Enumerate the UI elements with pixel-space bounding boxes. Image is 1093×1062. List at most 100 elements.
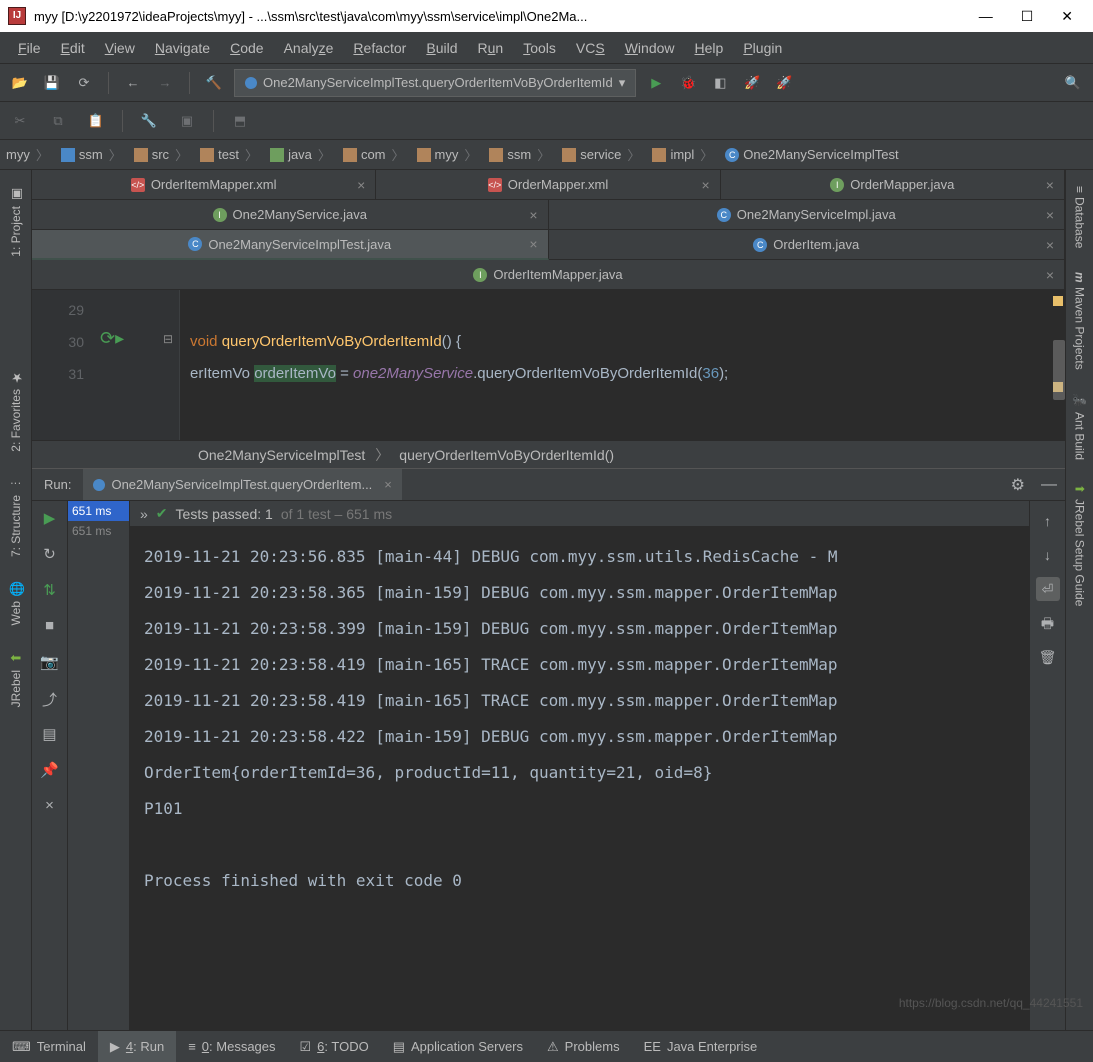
deploy-icon[interactable]: ⬒ [228, 109, 252, 133]
menu-edit[interactable]: Edit [51, 36, 95, 60]
layout-icon[interactable]: ▤ [39, 725, 61, 747]
run-tab-bottom[interactable]: ▶4: Run [98, 1031, 176, 1062]
java-enterprise-tab[interactable]: EEJava Enterprise [632, 1031, 770, 1062]
tab-orderitemmapper-xml[interactable]: </>OrderItemMapper.xml× [32, 170, 376, 200]
crumb-java[interactable]: java [264, 140, 337, 169]
minimize-button[interactable]: — [979, 8, 993, 25]
crumb-myy[interactable]: myy [0, 140, 55, 169]
ant-tool-tab[interactable]: 🐜Ant Build [1069, 386, 1091, 469]
menu-navigate[interactable]: Navigate [145, 36, 220, 60]
run-icon[interactable]: ▶ [644, 71, 668, 95]
open-icon[interactable]: 📂 [8, 71, 32, 95]
run-gutter-icon[interactable]: ⟳▸ [100, 328, 124, 349]
menu-build[interactable]: Build [416, 36, 467, 60]
rerun-icon[interactable]: ▶ [39, 509, 61, 531]
favorites-tool-tab[interactable]: 2: Favorites★ [4, 361, 28, 460]
run-config-dropdown[interactable]: One2ManyServiceImplTest.queryOrderItemVo… [234, 69, 636, 97]
menu-run[interactable]: Run [468, 36, 514, 60]
menu-help[interactable]: Help [685, 36, 734, 60]
refresh-icon[interactable]: ⟳ [72, 71, 96, 95]
test-tree-row[interactable]: 651 ms [68, 521, 129, 541]
print-icon[interactable]: 🖶 [1036, 611, 1060, 635]
menu-analyze[interactable]: Analyze [274, 36, 344, 60]
crumb-test[interactable]: test [194, 140, 264, 169]
messages-tab[interactable]: ≡0: Messages [176, 1031, 287, 1062]
maximize-button[interactable]: ☐ [1021, 8, 1034, 25]
problems-tab[interactable]: ⚠Problems [535, 1031, 632, 1062]
search-icon[interactable]: 🔍 [1061, 71, 1085, 95]
appservers-tab[interactable]: ▤Application Servers [381, 1031, 535, 1062]
crumb-impl[interactable]: impl [646, 140, 719, 169]
stop-icon[interactable]: ■ [39, 617, 61, 639]
terminal-tab[interactable]: ⌨Terminal [0, 1031, 98, 1062]
test-tree[interactable]: 651 ms 651 ms [68, 501, 130, 1030]
exit-icon[interactable]: ⤴ [39, 689, 61, 711]
close-tab-icon[interactable]: × [1046, 207, 1054, 223]
menu-window[interactable]: Window [615, 36, 685, 60]
coverage-icon[interactable]: ◧ [708, 71, 732, 95]
close-button[interactable]: ✕ [1061, 8, 1073, 25]
jrebel-setup-tool-tab[interactable]: ⬆JRebel Setup Guide [1069, 476, 1091, 613]
crumb-ssm[interactable]: ssm [55, 140, 128, 169]
code-area[interactable]: void queryOrderItemVoByOrderItemId() {er… [180, 290, 1065, 440]
jrebel-run-icon[interactable]: 🚀 [740, 71, 764, 95]
debug-icon[interactable]: 🐞 [676, 71, 700, 95]
back-icon[interactable]: ← [121, 71, 145, 95]
collapse-icon[interactable]: ⊟ [163, 332, 173, 346]
save-icon[interactable]: 💾 [40, 71, 64, 95]
rerun-failed-icon[interactable]: ↻ [39, 545, 61, 567]
close-tab-icon[interactable]: × [529, 207, 537, 223]
tab-ordermapper-xml[interactable]: </>OrderMapper.xml× [376, 170, 720, 200]
close-tab-icon[interactable]: × [1046, 177, 1054, 193]
build-icon[interactable]: 🔨 [202, 71, 226, 95]
test-tree-row-selected[interactable]: 651 ms [68, 501, 129, 521]
menu-plugin[interactable]: Plugin [733, 36, 792, 60]
menu-refactor[interactable]: Refactor [343, 36, 416, 60]
pin-icon[interactable]: 📌 [39, 761, 61, 783]
tab-ordermapper-java[interactable]: IOrderMapper.java× [721, 170, 1065, 200]
tab-one2manyserviceimpl-java[interactable]: COne2ManyServiceImpl.java× [549, 200, 1066, 230]
soft-wrap-icon[interactable]: ⏎ [1036, 577, 1060, 601]
minimize-panel-icon[interactable]: — [1033, 476, 1065, 494]
structure-tool-tab[interactable]: 7: Structure⫶ [4, 467, 28, 565]
close-panel-icon[interactable]: × [39, 797, 61, 819]
close-run-tab-icon[interactable]: × [384, 477, 392, 492]
gear-icon[interactable]: ⚙ [1003, 475, 1033, 495]
folder-icon[interactable]: ▣ [175, 109, 199, 133]
toggle-autoscroll-icon[interactable]: ⇅ [39, 581, 61, 603]
cut-icon[interactable]: ✂ [8, 109, 32, 133]
tab-one2manyserviceimpltest-java[interactable]: COne2ManyServiceImplTest.java× [32, 230, 549, 260]
close-tab-icon[interactable]: × [529, 236, 537, 252]
paste-icon[interactable]: 📋 [84, 109, 108, 133]
menu-vcs[interactable]: VCS [566, 36, 615, 60]
scroll-up-icon[interactable]: ↑ [1036, 509, 1060, 533]
tab-one2manyservice-java[interactable]: IOne2ManyService.java× [32, 200, 549, 230]
menu-view[interactable]: View [95, 36, 145, 60]
scrollbar-thumb[interactable] [1053, 340, 1065, 400]
crumb-ssm2[interactable]: ssm [483, 140, 556, 169]
close-tab-icon[interactable]: × [1046, 267, 1054, 283]
database-tool-tab[interactable]: ≡Database [1069, 178, 1091, 256]
run-tab[interactable]: One2ManyServiceImplTest.queryOrderItem..… [83, 469, 401, 500]
clear-icon[interactable]: 🗑 [1036, 645, 1060, 669]
crumb-myy2[interactable]: myy [411, 140, 484, 169]
crumb-service[interactable]: service [556, 140, 646, 169]
close-tab-icon[interactable]: × [701, 177, 709, 193]
forward-icon[interactable]: → [153, 71, 177, 95]
warning-marker[interactable] [1053, 296, 1063, 306]
project-tool-tab[interactable]: 1: Project▣ [4, 178, 28, 265]
todo-tab[interactable]: ☑6: TODO [288, 1031, 381, 1062]
maven-tool-tab[interactable]: mMaven Projects [1069, 264, 1091, 377]
console-output[interactable]: 2019-11-21 20:23:56.835 [main-44] DEBUG … [130, 527, 1029, 1030]
nav-class[interactable]: One2ManyServiceImplTest [198, 447, 365, 463]
nav-method[interactable]: queryOrderItemVoByOrderItemId() [399, 447, 614, 463]
jrebel-debug-icon[interactable]: 🚀 [772, 71, 796, 95]
wrench-icon[interactable]: 🔧 [137, 109, 161, 133]
close-tab-icon[interactable]: × [1046, 237, 1054, 253]
crumb-class[interactable]: COne2ManyServiceImplTest [719, 140, 910, 169]
menu-file[interactable]: File [8, 36, 51, 60]
expand-icon[interactable]: » [140, 506, 148, 522]
copy-icon[interactable]: ⧉ [46, 109, 70, 133]
tab-orderitem-java[interactable]: COrderItem.java× [549, 230, 1066, 260]
menu-tools[interactable]: Tools [513, 36, 566, 60]
